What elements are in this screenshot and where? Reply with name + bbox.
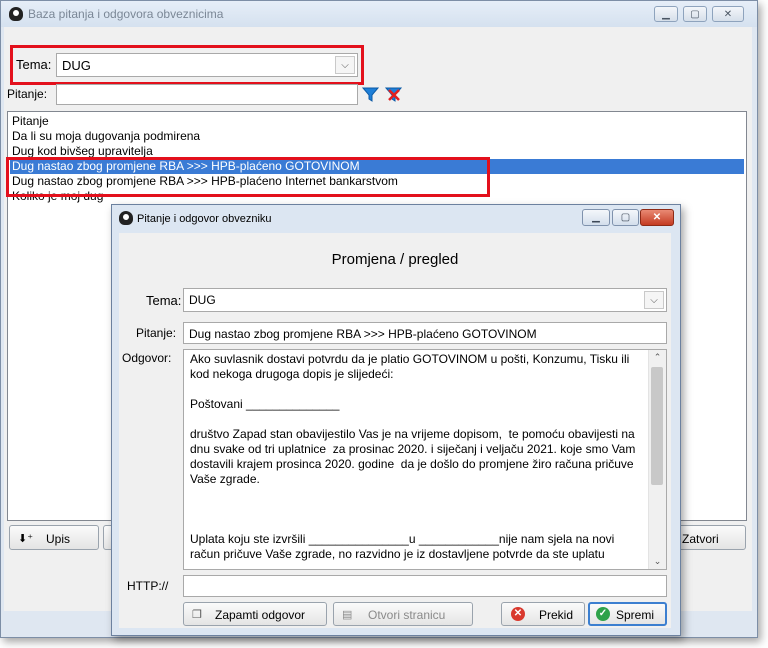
selection-highlight-box — [6, 157, 490, 197]
edit-dialog: Pitanje i odgovor obvezniku ▁ ▢ ✕ Promje… — [111, 204, 681, 636]
close-button[interactable]: ✕ — [712, 6, 744, 22]
http-label: HTTP:// — [127, 579, 169, 593]
dialog-tema-value: DUG — [189, 293, 216, 307]
dialog-title: Pitanje i odgovor obvezniku — [137, 213, 272, 225]
list-item[interactable]: Da li su moja dugovanja podmirena — [10, 129, 744, 144]
check-icon: ✓ — [596, 607, 610, 621]
clear-filter-icon[interactable] — [384, 85, 403, 104]
filter-icon[interactable] — [361, 85, 380, 104]
odgovor-scrollbar[interactable]: ⌃ ⌄ — [648, 350, 666, 569]
pitanje-filter-input[interactable] — [56, 84, 358, 105]
dialog-heading: Promjena / pregled — [331, 251, 459, 268]
odgovor-label: Odgovor: — [122, 351, 172, 365]
zatvori-button[interactable]: Zatvori — [674, 525, 746, 550]
cancel-icon: ✕ — [511, 607, 525, 621]
main-window-title: Baza pitanja i odgovora obveznicima — [28, 7, 224, 21]
upis-button[interactable]: ⬇⁺ Upis — [9, 525, 99, 550]
dialog-chevron-down-icon[interactable]: ⌵ — [644, 291, 664, 309]
scroll-down-icon[interactable]: ⌄ — [649, 554, 666, 569]
zatvori-button-label: Zatvori — [682, 532, 719, 546]
dialog-close-button[interactable]: ✕ — [640, 209, 674, 226]
main-titlebar[interactable]: Baza pitanja i odgovora obveznicima ▁ ▢ … — [1, 1, 757, 27]
otvori-label: Otvori stranicu — [368, 608, 446, 622]
prekid-label: Prekid — [539, 608, 574, 622]
dialog-minimize-button[interactable]: ▁ — [582, 209, 610, 226]
odgovor-text: Ako suvlasnik dostavi potvrdu da je plat… — [190, 352, 636, 561]
scroll-up-icon[interactable]: ⌃ — [649, 350, 666, 365]
tema-label: Tema: — [16, 57, 52, 72]
maximize-button[interactable]: ▢ — [683, 6, 707, 22]
prekid-button[interactable]: ✕ Prekid — [501, 602, 585, 626]
add-arrow-icon: ⬇⁺ — [18, 533, 34, 545]
tema-select-value: DUG — [62, 58, 91, 73]
spremi-button[interactable]: ✓ Spremi — [588, 602, 667, 626]
dialog-client-area: Promjena / pregled Tema: DUG ⌵ Pitanje: … — [119, 233, 671, 628]
dialog-pitanje-value: Dug nastao zbog promjene RBA >>> HPB-pla… — [189, 327, 537, 341]
dialog-tema-select[interactable]: DUG ⌵ — [183, 288, 667, 312]
chevron-down-icon[interactable]: ⌵ — [335, 56, 355, 74]
dialog-tema-label: Tema: — [146, 293, 182, 308]
dialog-pitanje-input[interactable]: Dug nastao zbog promjene RBA >>> HPB-pla… — [183, 322, 667, 344]
http-input[interactable] — [183, 575, 667, 597]
page-icon: ▤ — [342, 609, 353, 621]
copy-icon: ❐ — [192, 609, 202, 621]
otvori-stranicu-button[interactable]: ▤ Otvori stranicu — [333, 602, 473, 626]
minimize-button[interactable]: ▁ — [654, 6, 678, 22]
dialog-pitanje-label: Pitanje: — [136, 326, 177, 340]
dialog-app-icon — [119, 211, 133, 225]
spremi-label: Spremi — [616, 608, 655, 622]
odgovor-textarea[interactable]: Ako suvlasnik dostavi potvrdu da je plat… — [183, 349, 667, 570]
list-header: Pitanje — [12, 114, 49, 128]
tema-select[interactable]: DUG ⌵ — [56, 53, 358, 77]
upis-button-label: Upis — [46, 532, 71, 546]
zapamti-odgovor-button[interactable]: ❐ Zapamti odgovor — [183, 602, 327, 626]
scrollbar-thumb[interactable] — [651, 367, 663, 485]
zapamti-label: Zapamti odgovor — [215, 608, 306, 622]
pitanje-label: Pitanje: — [7, 87, 48, 101]
app-icon — [9, 7, 23, 21]
dialog-maximize-button[interactable]: ▢ — [612, 209, 639, 226]
